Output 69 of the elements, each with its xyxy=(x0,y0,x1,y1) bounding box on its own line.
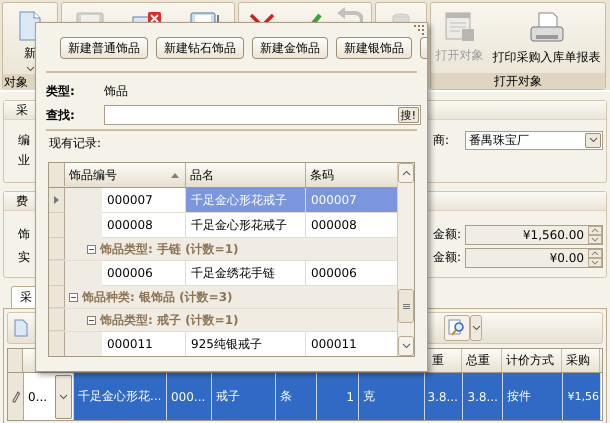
table-cell[interactable]: 000011 xyxy=(102,332,186,356)
table-cell: 000... xyxy=(167,373,212,420)
column-header[interactable]: 总重 xyxy=(462,349,502,372)
column-header[interactable]: 采购 xyxy=(562,349,600,372)
field-label: 编 xyxy=(18,132,30,148)
table-cell[interactable]: 000006 xyxy=(306,261,397,286)
table-cell: 按件 xyxy=(503,373,563,420)
table-cell: ¥1,56 xyxy=(563,373,601,420)
group-row-label: 饰品种类: 银饰品 (计数=3) xyxy=(82,288,233,306)
field-label: 饰 xyxy=(18,226,30,243)
chevron-down-icon xyxy=(402,343,410,349)
table-cell[interactable]: 000011 xyxy=(306,332,397,356)
search-icon xyxy=(448,319,466,337)
new-item-button[interactable]: 新建银饰品 xyxy=(336,37,412,59)
field-label: 金额: xyxy=(433,249,462,266)
column-header[interactable]: 品名 xyxy=(186,163,306,187)
supplier-dropdown[interactable]: 番禺珠宝厂 xyxy=(465,130,603,150)
collapse-icon[interactable] xyxy=(69,292,78,302)
table-cell: 戒子 xyxy=(212,373,276,420)
section-label: 现有记录: xyxy=(48,135,102,152)
collapse-icon[interactable] xyxy=(87,316,96,324)
table-cell[interactable]: 千足金心形花戒子 xyxy=(186,213,306,238)
field-label: 金额: xyxy=(433,226,462,243)
chevron-down-icon xyxy=(59,394,68,400)
column-header[interactable]: 计价方式 xyxy=(502,349,562,372)
new-item-button[interactable]: 新建普通饰品 xyxy=(60,37,148,59)
scrollbar[interactable] xyxy=(397,163,414,356)
table-cell: 1 xyxy=(317,373,359,420)
ribbon-group-label: 打开对象 xyxy=(431,73,605,89)
group-row-label: 饰品类型: 手链 (计数=1) xyxy=(100,240,239,258)
table-cell: 3.8... xyxy=(425,373,463,420)
document-icon xyxy=(14,319,28,337)
search-button[interactable] xyxy=(444,315,470,341)
table-cell: 克 xyxy=(359,373,425,420)
row-header[interactable] xyxy=(49,188,65,213)
chevron-down-icon xyxy=(588,137,598,143)
row-pointer-icon xyxy=(54,196,59,204)
field-label: 商: xyxy=(433,132,450,148)
field-value: 饰品 xyxy=(104,82,128,100)
resize-grip-icon[interactable] xyxy=(414,25,424,35)
table-cell[interactable]: 千足金绣花手链 xyxy=(186,261,306,286)
window-icon xyxy=(444,11,476,43)
new-item-button[interactable]: 新建金饰品 xyxy=(252,37,328,59)
table-cell: 3.8... xyxy=(463,373,503,420)
table-cell: 千足金心形花... xyxy=(74,373,167,420)
table-cell[interactable]: 925纯银戒子 xyxy=(186,332,306,356)
table-cell[interactable]: 000008 xyxy=(306,213,397,238)
collapse-icon[interactable] xyxy=(87,244,96,254)
table-cell[interactable]: 000008 xyxy=(102,213,186,238)
field-label: 业 xyxy=(18,152,30,168)
amount-field[interactable]: ¥0.00 xyxy=(465,248,603,268)
spinner-icon xyxy=(588,226,602,244)
chevron-down-icon xyxy=(472,325,480,331)
grip-icon xyxy=(402,304,410,308)
table-cell: 条 xyxy=(276,373,317,420)
spinner-icon xyxy=(588,248,602,266)
dropdown-button[interactable] xyxy=(470,315,482,341)
table-cell[interactable]: 000007 xyxy=(102,188,186,213)
search-button[interactable]: 搜! xyxy=(398,107,419,123)
field-label: 实 xyxy=(18,249,30,266)
row-header[interactable] xyxy=(8,373,24,420)
amount-field[interactable]: ¥1,560.00 xyxy=(465,224,603,244)
ribbon-button[interactable]: 打印采购入库单报表 xyxy=(490,9,602,68)
group-row-label: 饰品类型: 戒子 (计数=1) xyxy=(100,312,239,328)
table-cell[interactable]: 000006 xyxy=(102,261,186,286)
chevron-up-icon xyxy=(402,170,410,176)
column-header[interactable]: 饰品编号 xyxy=(65,163,186,187)
new-item-button[interactable]: 新建钻石饰品 xyxy=(156,37,244,59)
search-field[interactable]: 搜! xyxy=(104,105,421,125)
